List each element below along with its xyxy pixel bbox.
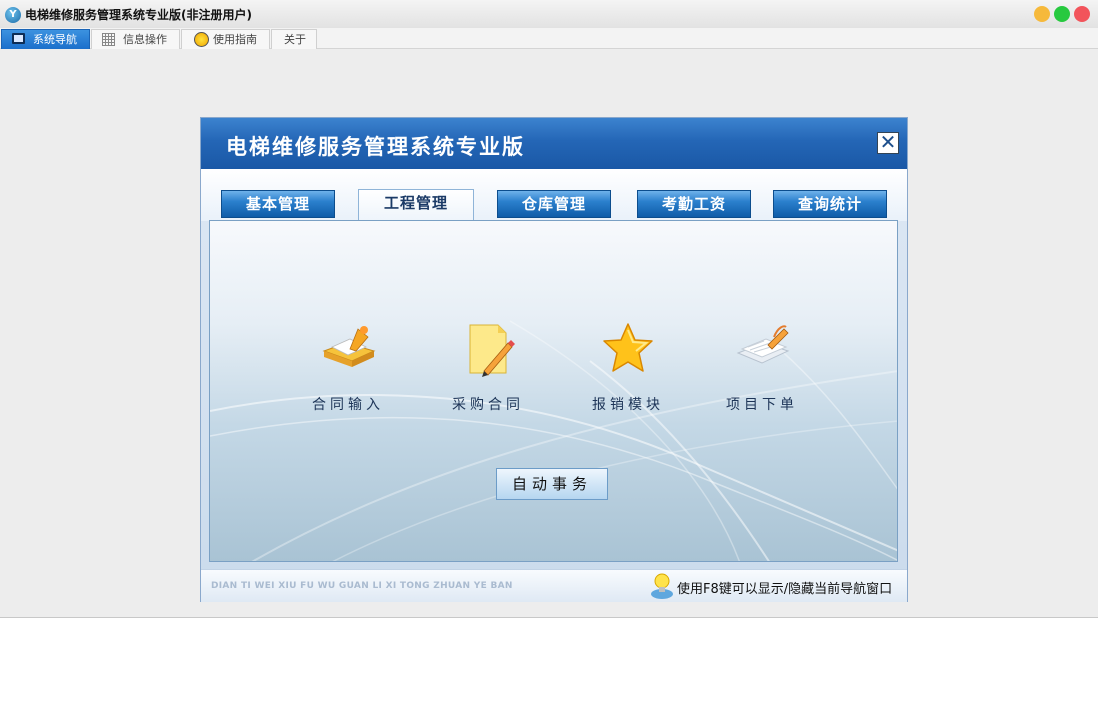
dialog-footer: DIAN TI WEI XIU FU WU GUAN LI XI TONG ZH… [201,569,907,602]
dialog-header: 电梯维修服务管理系统专业版 ✕ [201,118,907,169]
tab-label: 使用指南 [213,33,257,46]
tab-label: 系统导航 [33,33,77,46]
tab-attendance-salary[interactable]: 考勤工资 [637,190,751,218]
star-icon [603,323,653,372]
tab-system-navigation[interactable]: 系统导航 [1,29,90,49]
module-reimbursement[interactable]: 报销模块 [578,321,678,413]
maximize-button[interactable] [1054,6,1070,22]
module-label: 合同输入 [312,397,384,413]
dialog-close-button[interactable]: ✕ [877,132,899,154]
tab-user-guide[interactable]: 使用指南 [181,29,270,49]
grid-icon [102,33,115,46]
footer-hint-text: 使用F8键可以显示/隐藏当前导航窗口 [677,582,893,597]
title-bar: Y 电梯维修服务管理系统专业版(非注册用户) [0,0,1098,28]
tab-query-statistics[interactable]: 查询统计 [773,190,887,218]
document-pencil-icon [469,324,515,377]
lightbulb-icon [194,32,209,47]
papers-pencil-icon [736,325,790,364]
contract-folder-icon [322,326,376,367]
tab-info-operations[interactable]: 信息操作 [91,29,180,49]
monitor-icon [12,33,25,44]
tab-project-management[interactable]: 工程管理 [358,189,474,222]
dialog-tab-strip: 基本管理 工程管理 仓库管理 考勤工资 查询统计 [201,169,907,222]
module-purchase-contract[interactable]: 采购合同 [438,321,538,413]
main-tab-bar: 系统导航 信息操作 使用指南 关于 [0,28,1098,49]
module-panel: 合同输入 采购合同 报销模块 项目下单 自动事务 [209,220,898,562]
module-label: 报销模块 [592,397,664,413]
module-label: 采购合同 [452,397,524,413]
dialog-title: 电梯维修服务管理系统专业版 [226,135,525,159]
tab-warehouse-management[interactable]: 仓库管理 [497,190,611,218]
tab-label: 信息操作 [123,33,167,46]
tab-basic-management[interactable]: 基本管理 [221,190,335,218]
tab-label: 关于 [284,33,306,46]
app-logo-icon: Y [5,7,21,23]
module-contract-input[interactable]: 合同输入 [298,321,398,413]
close-window-button[interactable] [1074,6,1090,22]
footer-pinyin-text: DIAN TI WEI XIU FU WU GUAN LI XI TONG ZH… [211,581,513,591]
module-project-order[interactable]: 项目下单 [712,321,812,413]
module-label: 项目下单 [726,397,798,413]
lightbulb-icon [651,573,673,599]
tab-about[interactable]: 关于 [271,29,317,49]
app-window: Y 电梯维修服务管理系统专业版(非注册用户) 系统导航 信息操作 使用指南 关于… [0,0,1098,618]
auto-tasks-button[interactable]: 自动事务 [496,468,608,500]
window-title: 电梯维修服务管理系统专业版(非注册用户) [25,8,252,22]
minimize-button[interactable] [1034,6,1050,22]
navigation-dialog: 电梯维修服务管理系统专业版 ✕ 基本管理 工程管理 仓库管理 考勤工资 查询统计 [200,117,908,602]
